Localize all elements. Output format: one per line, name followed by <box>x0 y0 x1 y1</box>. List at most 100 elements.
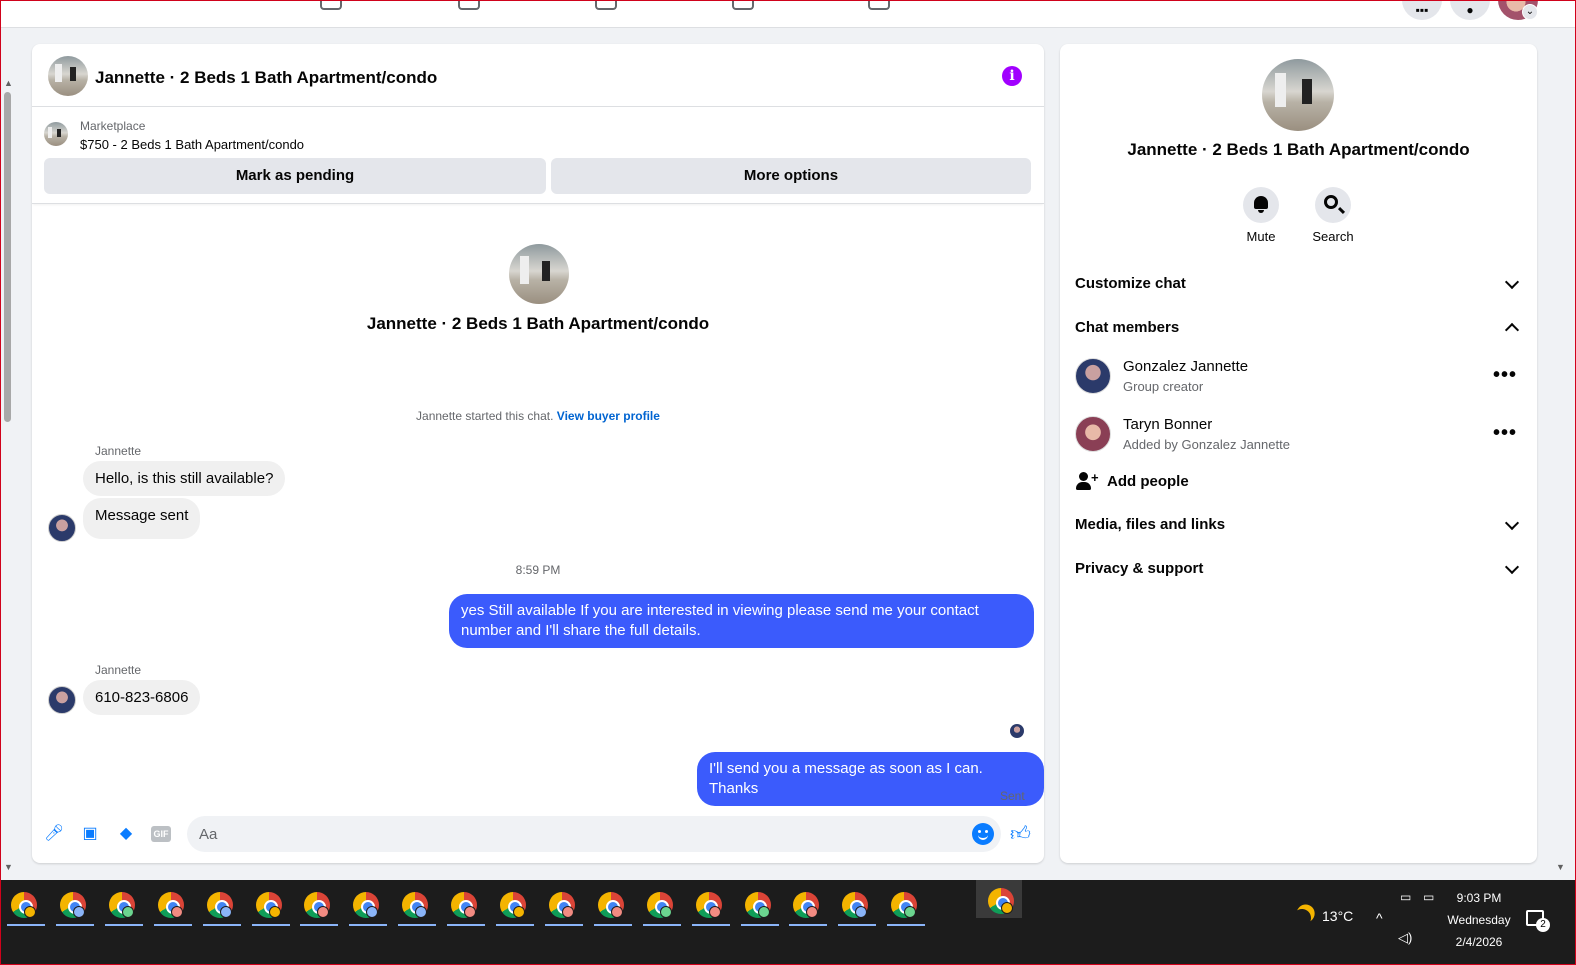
moon-weather-icon[interactable] <box>1290 906 1313 929</box>
grid-icon: ▪▪▪ <box>1415 3 1429 17</box>
chrome-taskbar-button[interactable] <box>347 888 388 926</box>
open-indicator <box>887 924 926 926</box>
video-icon[interactable] <box>595 0 617 10</box>
sticker-icon[interactable]: ◆ <box>116 824 136 844</box>
profile-badge-icon <box>708 906 721 918</box>
view-buyer-profile-link[interactable]: View buyer profile <box>557 409 660 423</box>
clock-day[interactable]: Wednesday <box>1440 913 1518 927</box>
open-indicator <box>593 924 632 926</box>
friends-icon[interactable] <box>458 0 480 10</box>
member-options-icon[interactable]: ••• <box>1493 365 1517 385</box>
chrome-taskbar-button[interactable] <box>201 888 241 926</box>
seen-avatar <box>1010 724 1024 738</box>
profile-badge-icon <box>24 906 36 918</box>
info-icon[interactable]: i <box>1002 66 1022 86</box>
sender-avatar[interactable] <box>48 686 76 714</box>
message-bubble[interactable]: 610-823-6806 <box>83 680 201 715</box>
chrome-taskbar-button[interactable] <box>54 888 94 926</box>
message-bubble-outgoing[interactable]: I'll send you a message as soon as I can… <box>697 752 1044 806</box>
member-name[interactable]: Taryn Bonner <box>1123 416 1212 433</box>
chrome-taskbar-button[interactable] <box>396 888 437 926</box>
meet-icon[interactable]: ▭ <box>1400 890 1411 904</box>
open-indicator <box>7 924 45 926</box>
scroll-up-icon[interactable]: ▲ <box>4 78 13 88</box>
chat-info-panel: Jannette · 2 Beds 1 Bath Apartment/condo… <box>1060 44 1537 863</box>
member-avatar[interactable] <box>1075 416 1111 452</box>
chat-title[interactable]: Jannette · 2 Beds 1 Bath Apartment/condo <box>95 68 437 88</box>
chrome-taskbar-button[interactable] <box>5 888 45 926</box>
sender-avatar[interactable] <box>48 514 76 542</box>
gif-icon[interactable]: GIF <box>151 826 171 842</box>
chrome-taskbar-button[interactable] <box>543 888 583 926</box>
chrome-taskbar-button[interactable] <box>445 888 486 926</box>
chrome-taskbar-button[interactable] <box>787 888 828 926</box>
chevron-down-icon[interactable] <box>1504 515 1520 531</box>
chat-info-avatar[interactable] <box>1262 59 1334 131</box>
message-bubble-outgoing[interactable]: yes Still available If you are intereste… <box>449 594 1034 648</box>
network-icon[interactable]: ▭ <box>1423 890 1434 904</box>
open-indicator <box>398 924 437 926</box>
profile-badge-icon <box>464 906 477 918</box>
chrome-taskbar-button[interactable] <box>739 888 779 926</box>
temperature[interactable]: 13°C <box>1322 908 1353 924</box>
chat-info-name: Jannette · 2 Beds 1 Bath Apartment/condo <box>1127 140 1470 159</box>
emoji-icon[interactable] <box>972 823 994 845</box>
chrome-taskbar-button[interactable] <box>690 888 730 926</box>
listing-thumbnail[interactable] <box>44 122 68 146</box>
more-options-button[interactable]: More options <box>551 158 1031 194</box>
photo-icon[interactable]: ▣ <box>80 824 100 844</box>
clock-date[interactable]: 2/4/2026 <box>1440 935 1518 949</box>
chevron-down-icon[interactable] <box>1504 274 1520 290</box>
scroll-down-icon[interactable]: ▼ <box>4 862 13 872</box>
chevron-up-icon[interactable] <box>1504 322 1520 338</box>
mute-button[interactable] <box>1243 187 1279 223</box>
message-input[interactable] <box>199 816 959 852</box>
mark-pending-button[interactable]: Mark as pending <box>44 158 546 194</box>
chrome-taskbar-button[interactable] <box>152 888 192 926</box>
privacy-support-section[interactable]: Privacy & support <box>1075 560 1203 577</box>
plus-icon: + <box>1091 470 1099 485</box>
chrome-taskbar-button[interactable] <box>103 888 143 926</box>
scrollbar-thumb[interactable] <box>4 92 11 422</box>
open-indicator <box>740 924 779 926</box>
media-files-section[interactable]: Media, files and links <box>1075 516 1225 533</box>
member-avatar[interactable] <box>1075 358 1111 394</box>
chat-members-section[interactable]: Chat members <box>1075 319 1179 336</box>
right-scroll-down-icon[interactable]: ▼ <box>1556 862 1565 872</box>
chrome-taskbar-button[interactable] <box>250 888 290 926</box>
chrome-taskbar-button[interactable] <box>885 888 926 926</box>
mute-label: Mute <box>1246 229 1276 244</box>
gaming-icon[interactable] <box>868 0 890 10</box>
chevron-down-icon[interactable] <box>1504 559 1520 575</box>
chrome-taskbar-button[interactable] <box>298 888 339 926</box>
volume-icon[interactable]: ◁) <box>1398 930 1412 946</box>
home-icon[interactable] <box>320 0 342 10</box>
chat-started-note: Jannette started this chat. View buyer p… <box>32 409 1044 423</box>
chrome-taskbar-button[interactable] <box>976 880 1022 918</box>
add-people-button[interactable]: Add people <box>1107 473 1189 490</box>
message-composer[interactable] <box>187 816 1001 852</box>
customize-chat-section[interactable]: Customize chat <box>1075 275 1186 292</box>
listing-title[interactable]: $750 - 2 Beds 1 Bath Apartment/condo <box>80 137 304 152</box>
chrome-taskbar-button[interactable] <box>592 888 632 926</box>
microphone-icon[interactable]: 🎤︎ <box>44 824 64 844</box>
thumbs-up-icon[interactable]: 👍︎ <box>1010 822 1031 846</box>
notifications-button[interactable]: ● <box>1450 0 1490 20</box>
chevron-down-icon[interactable]: ⌄ <box>1522 4 1538 20</box>
clock-time[interactable]: 9:03 PM <box>1440 891 1518 905</box>
chrome-taskbar-button[interactable] <box>836 888 877 926</box>
chrome-taskbar-button[interactable] <box>494 888 534 926</box>
chat-avatar[interactable] <box>48 56 88 96</box>
member-options-icon[interactable]: ••• <box>1493 423 1517 443</box>
search-button[interactable] <box>1315 187 1351 223</box>
message-bubble[interactable]: Message sent <box>83 498 201 539</box>
message-bubble[interactable]: Hello, is this still available? <box>83 461 286 496</box>
chrome-taskbar-button[interactable] <box>641 888 681 926</box>
marketplace-icon[interactable] <box>732 0 754 10</box>
chat-panel: Jannette · 2 Beds 1 Bath Apartment/condo… <box>32 44 1044 863</box>
menu-grid-button[interactable]: ▪▪▪ <box>1402 0 1442 20</box>
page-scrollbar[interactable]: ▲ ▼ <box>0 78 16 878</box>
member-name[interactable]: Gonzalez Jannette <box>1123 358 1248 375</box>
bell-icon: ● <box>1466 3 1474 17</box>
chevron-up-tray-icon[interactable]: ^ <box>1376 910 1383 926</box>
